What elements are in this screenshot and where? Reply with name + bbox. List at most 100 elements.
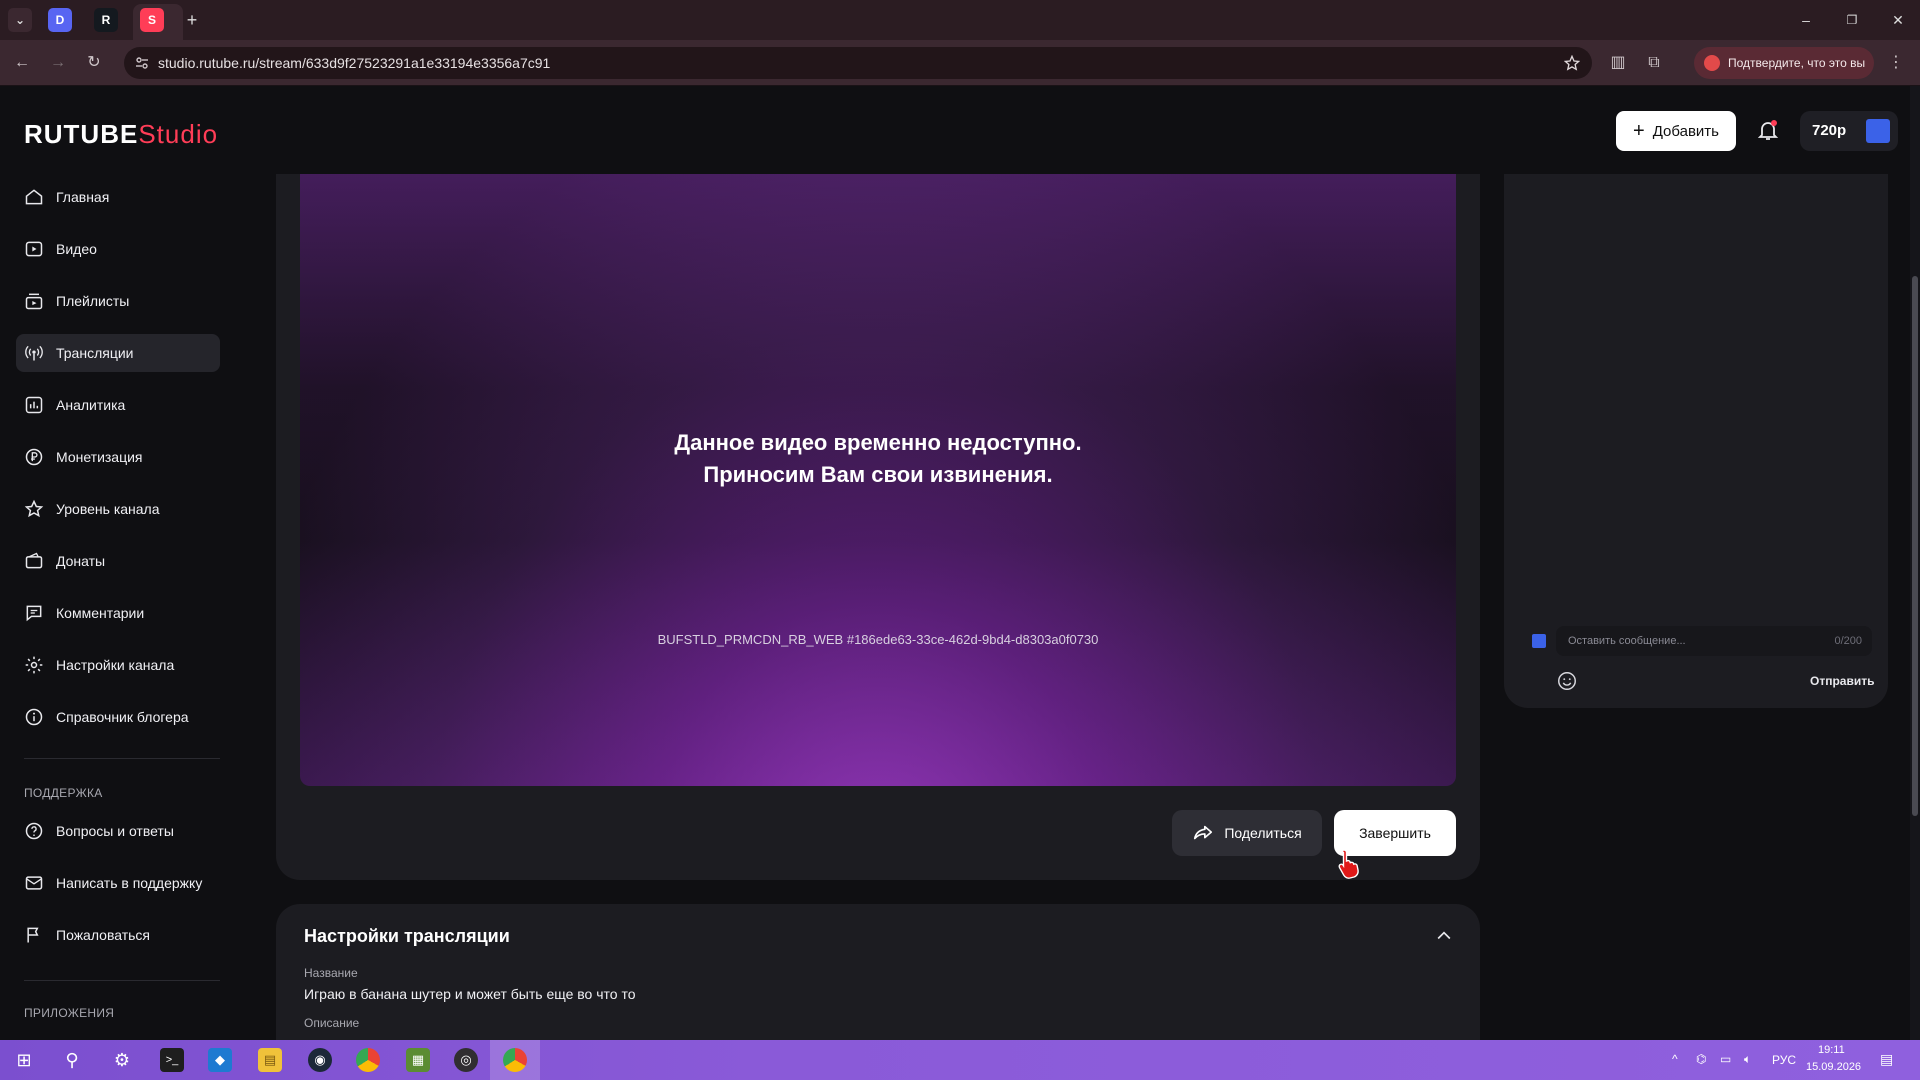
vscode-icon[interactable]: ◆	[208, 1048, 232, 1072]
extension-icon[interactable]: ▥	[1608, 53, 1628, 73]
clock-time[interactable]: 19:11	[1818, 1044, 1845, 1056]
sidebar-item-home[interactable]: Главная	[16, 178, 220, 216]
rutube-studio-logo[interactable]: RUTUBEStudio	[24, 119, 218, 150]
steam-icon[interactable]: ◉	[308, 1048, 332, 1072]
ruble-icon	[25, 448, 43, 466]
settings-title: Настройки трансляции	[304, 926, 510, 946]
url-text: studio.rutube.ru/stream/633d9f27523291a1…	[158, 55, 551, 71]
sidebar-item-channel-settings[interactable]: Настройки канала	[16, 646, 220, 684]
bookmark-star-icon[interactable]	[1564, 55, 1580, 71]
sidebar-item-label: Уровень канала	[56, 501, 160, 517]
flag-icon	[27, 927, 39, 943]
playlists-icon	[25, 293, 43, 310]
tab-discord-icon[interactable]: D	[48, 8, 72, 32]
sidebar-item-label: Комментарии	[56, 605, 145, 621]
tab-list-icon[interactable]: ⌄	[8, 8, 32, 32]
clock-date[interactable]: 15.09.2026	[1806, 1061, 1861, 1073]
sidebar-item-label: Плейлисты	[56, 293, 130, 309]
sidebar-item-channel-level[interactable]: Уровень канала	[16, 490, 220, 528]
home-icon	[25, 189, 43, 205]
sidebar-item-donations[interactable]: Донаты	[16, 542, 220, 580]
sidebar-item-faq[interactable]: Вопросы и ответы	[16, 812, 220, 850]
emoji-icon[interactable]	[1556, 670, 1578, 692]
sidebar-item-contact-support[interactable]: Написать в поддержку	[16, 864, 220, 902]
name-field-label: Название	[304, 966, 358, 980]
new-tab-icon[interactable]: +	[182, 10, 202, 30]
restore-icon[interactable]: ❐	[1842, 10, 1862, 30]
reload-icon[interactable]: ↻	[84, 53, 104, 73]
tray-chevron-icon[interactable]: ^	[1672, 1052, 1678, 1066]
minimize-icon[interactable]: –	[1796, 10, 1816, 30]
tab-studio-icon[interactable]: S	[140, 8, 164, 32]
sidebar-item-comments[interactable]: Комментарии	[16, 594, 220, 632]
volume-icon[interactable]: 🔈︎	[1744, 1052, 1751, 1067]
browser-toolbar: ← → ↻ studio.rutube.ru/stream/633d9f2752…	[0, 40, 1920, 86]
sidebar-item-analytics[interactable]: Аналитика	[16, 386, 220, 424]
quality-label: 720p	[1812, 122, 1847, 139]
language-indicator[interactable]: РУС	[1772, 1053, 1796, 1067]
share-button[interactable]: Поделиться	[1172, 810, 1322, 856]
chevron-up-icon[interactable]	[1434, 926, 1454, 946]
sidebar-item-playlists[interactable]: Плейлисты	[16, 282, 220, 320]
terminal-icon[interactable]: >_	[160, 1048, 184, 1072]
notification-center-icon[interactable]: ▤	[1880, 1051, 1893, 1068]
profile-confirm-pill[interactable]: Подтвердите, что это вы	[1694, 47, 1874, 79]
network-icon[interactable]: ⌬	[1696, 1052, 1706, 1066]
chat-placeholder: Оставить сообщение...	[1568, 635, 1686, 647]
tab-rutube-icon[interactable]: R	[94, 8, 118, 32]
apps-section-title: ПРИЛОЖЕНИЯ	[24, 1006, 115, 1020]
sidebar-item-blogger-guide[interactable]: Справочник блогера	[16, 698, 220, 736]
sidebar-divider	[24, 758, 220, 759]
back-icon[interactable]: ←	[12, 53, 32, 73]
browser-menu-icon[interactable]: ⋮	[1886, 53, 1906, 73]
settings-gear-icon[interactable]: ⚙	[110, 1048, 134, 1072]
name-field-value[interactable]: Играю в банана шутер и может быть еще во…	[304, 986, 636, 1002]
address-bar[interactable]: studio.rutube.ru/stream/633d9f27523291a1…	[124, 47, 1592, 79]
finish-label: Завершить	[1359, 825, 1431, 841]
sidebar-item-label: Написать в поддержку	[56, 875, 203, 891]
obs-icon[interactable]: ◎	[454, 1048, 478, 1072]
logo-main: RUTUBE	[24, 119, 139, 149]
extensions-puzzle-icon[interactable]: ⧉	[1644, 53, 1664, 73]
profile-warning-icon	[1704, 55, 1720, 71]
gear-icon	[25, 656, 43, 674]
add-button[interactable]: + Добавить	[1616, 111, 1736, 151]
sidebar-divider	[24, 980, 220, 981]
sidebar-item-streams[interactable]: Трансляции	[16, 334, 220, 372]
info-icon	[25, 708, 43, 726]
broadcast-icon	[25, 345, 43, 361]
sidebar-item-report[interactable]: Пожаловаться	[16, 916, 220, 954]
sidebar-item-label: Справочник блогера	[56, 709, 189, 725]
star-icon	[24, 499, 44, 518]
chat-char-counter: 0/200	[1834, 635, 1862, 647]
scrollbar-thumb[interactable]	[1912, 276, 1918, 816]
forward-icon[interactable]: →	[48, 53, 68, 73]
file-explorer-icon[interactable]: ▤	[258, 1048, 282, 1072]
minecraft-icon[interactable]: ▦	[406, 1048, 430, 1072]
display-icon[interactable]: ▭	[1720, 1052, 1731, 1066]
site-info-icon[interactable]	[134, 55, 150, 71]
windows-start-icon[interactable]: ⊞	[12, 1048, 36, 1072]
chat-message-input[interactable]: Оставить сообщение... 0/200	[1556, 626, 1872, 656]
sidebar-item-video[interactable]: Видео	[16, 230, 220, 268]
stream-player-card: Данное видео временно недоступно. Принос…	[276, 174, 1480, 880]
chat-user-avatar	[1532, 634, 1546, 648]
description-field-label: Описание	[304, 1016, 360, 1030]
chat-send-button[interactable]: Отправить	[1810, 674, 1874, 688]
sidebar-item-label: Настройки канала	[56, 657, 175, 673]
chrome-active-icon[interactable]	[503, 1048, 527, 1072]
sidebar-item-label: Видео	[56, 241, 97, 257]
share-icon	[1194, 825, 1213, 840]
search-icon[interactable]: ⚲	[60, 1048, 84, 1072]
add-label: Добавить	[1652, 122, 1719, 140]
notifications-bell-icon[interactable]	[1756, 118, 1780, 142]
user-avatar[interactable]	[1866, 119, 1890, 143]
video-player[interactable]: Данное видео временно недоступно. Принос…	[300, 174, 1456, 786]
quality-selector[interactable]: 720p	[1800, 111, 1898, 151]
sidebar-item-label: Главная	[56, 189, 110, 205]
chrome-icon[interactable]	[356, 1048, 380, 1072]
close-window-icon[interactable]: ✕	[1888, 10, 1908, 30]
video-icon	[25, 241, 43, 257]
confirm-text: Подтвердите, что это вы	[1728, 56, 1866, 70]
sidebar-item-monetization[interactable]: Монетизация	[16, 438, 220, 476]
